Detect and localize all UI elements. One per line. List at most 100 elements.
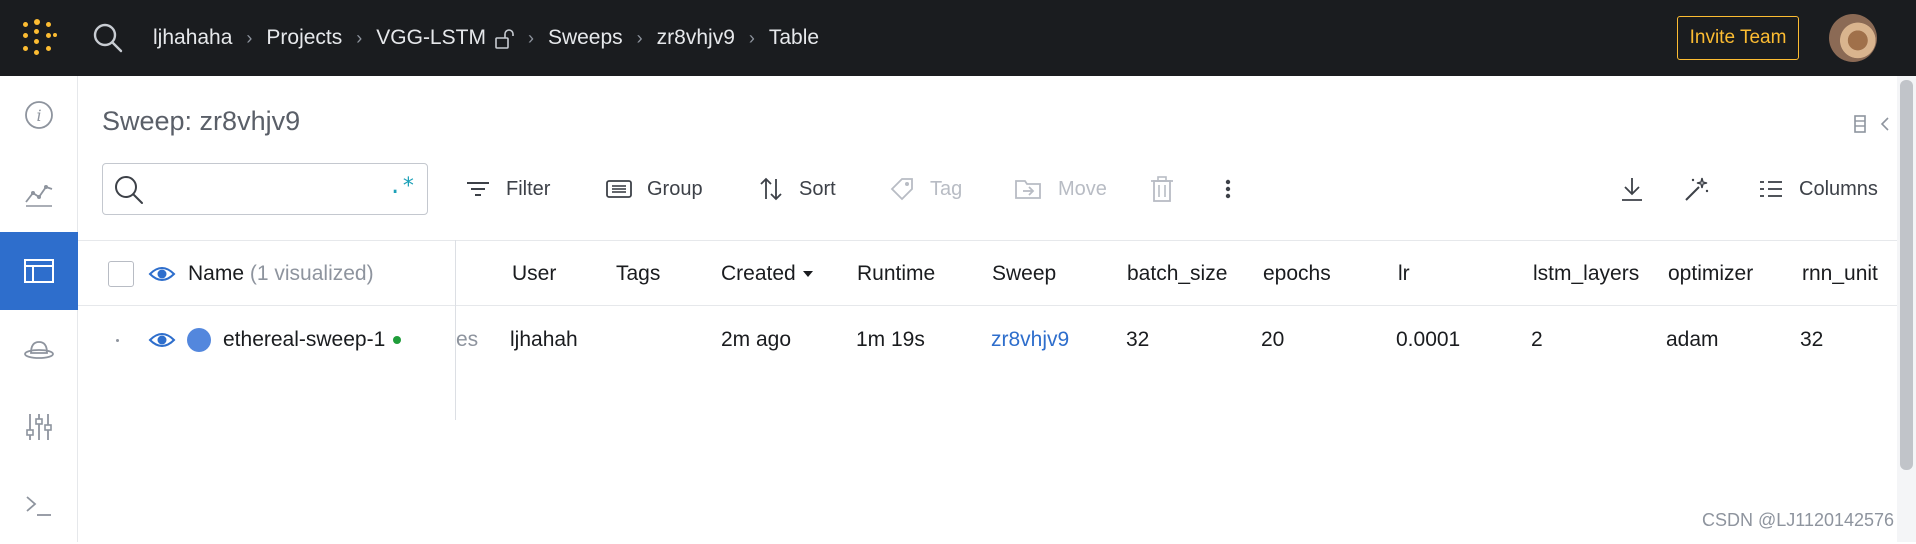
column-header-batch-size[interactable]: batch_size [1127, 241, 1227, 307]
top-bar: ljhahaha › Projects › VGG-LSTM › Sweeps … [0, 0, 1916, 76]
column-header-rnn-unit[interactable]: rnn_unit [1802, 241, 1878, 307]
auto-visualize-button[interactable] [1682, 163, 1710, 215]
kebab-menu-icon [1225, 179, 1231, 199]
run-color-dot [187, 328, 211, 352]
terminal-icon [26, 496, 51, 516]
cell-lr: 0.0001 [1396, 328, 1461, 351]
download-button[interactable] [1618, 163, 1646, 215]
tag-icon [890, 178, 913, 201]
column-header-user[interactable]: User [512, 241, 556, 307]
chevron-left-icon[interactable] [1878, 112, 1892, 136]
sliders-icon [26, 414, 52, 440]
run-name-cell[interactable]: ethereal-sweep-1 [223, 306, 402, 374]
sidebar-item-overview[interactable]: i [0, 76, 78, 154]
breadcrumb-sweep-id[interactable]: zr8vhjv9 [657, 26, 735, 50]
filter-icon [467, 182, 489, 196]
column-header-tags[interactable]: Tags [616, 241, 660, 307]
breadcrumb-project[interactable]: VGG-LSTM [376, 26, 486, 50]
visibility-toggle-all[interactable] [148, 241, 176, 307]
chevron-right-icon: › [246, 27, 253, 48]
cell-batch-size: 32 [1126, 328, 1150, 351]
caret-down-icon [802, 271, 813, 277]
magic-wand-icon [1685, 177, 1709, 201]
column-header-lstm-layers[interactable]: lstm_layers [1533, 241, 1639, 307]
row-visibility-toggle[interactable] [148, 306, 176, 374]
run-color-swatch[interactable] [187, 306, 211, 374]
column-header-created[interactable]: Created [721, 241, 815, 307]
vertical-scrollbar[interactable] [1897, 76, 1916, 542]
wandb-logo-icon[interactable] [20, 19, 58, 57]
column-header-runtime[interactable]: Runtime [857, 241, 935, 307]
move-button[interactable]: Move [1012, 163, 1107, 215]
scrollbar-thumb[interactable] [1900, 80, 1913, 470]
columns-label: Columns [1799, 177, 1878, 200]
column-header-sweep[interactable]: Sweep [992, 241, 1056, 307]
search-input[interactable]: .* [102, 163, 428, 215]
breadcrumb-sweeps[interactable]: Sweeps [548, 26, 623, 50]
cell-lstm-layers: 2 [1531, 328, 1543, 351]
group-icon [606, 180, 632, 198]
more-options-button[interactable] [1218, 163, 1238, 215]
watermark: CSDN @LJ1120142576 [1702, 510, 1895, 530]
cell-sweep-link[interactable]: zr8vhjv9 [991, 306, 1069, 374]
trash-icon [1151, 176, 1173, 202]
sort-button[interactable]: Sort [757, 163, 836, 215]
running-status-dot [393, 336, 402, 344]
breadcrumb-user[interactable]: ljhahaha [153, 26, 232, 50]
row-select-dot[interactable] [116, 306, 119, 374]
group-button[interactable]: Group [605, 163, 703, 215]
move-folder-icon [1015, 180, 1041, 199]
panel-layout-icon[interactable] [1852, 112, 1868, 136]
chevron-right-icon: › [636, 27, 643, 48]
sidebar-item-code[interactable] [0, 466, 78, 544]
unlock-icon[interactable] [494, 29, 514, 49]
column-header-lr[interactable]: lr [1398, 241, 1410, 307]
group-label: Group [647, 177, 703, 200]
regex-toggle[interactable]: .* [389, 174, 416, 199]
checkbox-box [108, 261, 134, 287]
sidebar-item-table[interactable] [0, 232, 78, 310]
sidebar-item-charts[interactable] [0, 154, 78, 232]
breadcrumb: ljhahaha › Projects › VGG-LSTM › Sweeps … [153, 0, 819, 76]
filter-label: Filter [506, 177, 551, 200]
column-header-epochs[interactable]: epochs [1263, 241, 1331, 307]
move-label: Move [1058, 177, 1107, 200]
panel-controls [1852, 112, 1892, 136]
download-icon [1622, 178, 1642, 201]
search-icon[interactable] [92, 22, 124, 54]
hidden-column-fragment: es [456, 328, 479, 351]
chevron-right-icon: › [748, 27, 755, 48]
eye-icon [148, 267, 176, 281]
name-header-label: Name [188, 262, 245, 285]
cell-rnn-unit: 32 [1800, 328, 1824, 351]
filter-button[interactable]: Filter [464, 163, 550, 215]
search-icon [115, 176, 143, 204]
columns-icon [1760, 181, 1782, 197]
eye-icon [148, 333, 176, 347]
select-all-checkbox[interactable] [108, 241, 134, 307]
chevron-right-icon: › [527, 27, 534, 48]
invite-team-button[interactable]: Invite Team [1677, 16, 1799, 60]
tag-label: Tag [930, 177, 963, 200]
tag-button[interactable]: Tag [888, 163, 962, 215]
breadcrumb-table[interactable]: Table [769, 26, 819, 50]
sort-icon [760, 177, 782, 201]
pinned-column-divider[interactable] [455, 240, 456, 420]
svg-text:i: i [36, 106, 41, 125]
visualized-count: (1 visualized) [249, 262, 374, 285]
sidebar-item-agents[interactable] [0, 310, 78, 388]
column-header-optimizer[interactable]: optimizer [1668, 241, 1753, 307]
breadcrumb-projects[interactable]: Projects [266, 26, 342, 50]
line-chart-icon [25, 185, 53, 207]
hat-icon [24, 341, 54, 359]
sidebar-item-controls[interactable] [0, 388, 78, 466]
cell-optimizer: adam [1666, 328, 1719, 351]
columns-button[interactable]: Columns [1757, 163, 1878, 215]
avatar[interactable] [1829, 14, 1877, 62]
table-row[interactable]: ethereal-sweep-1 es ljhahah 2m ago 1m 19… [78, 306, 1898, 374]
delete-button[interactable] [1148, 163, 1176, 215]
cell-epochs: 20 [1261, 328, 1285, 351]
cell-user: ljhahah [510, 328, 578, 351]
run-name[interactable]: ethereal-sweep-1 [223, 328, 385, 352]
column-header-name[interactable]: Name (1 visualized) [188, 241, 374, 307]
